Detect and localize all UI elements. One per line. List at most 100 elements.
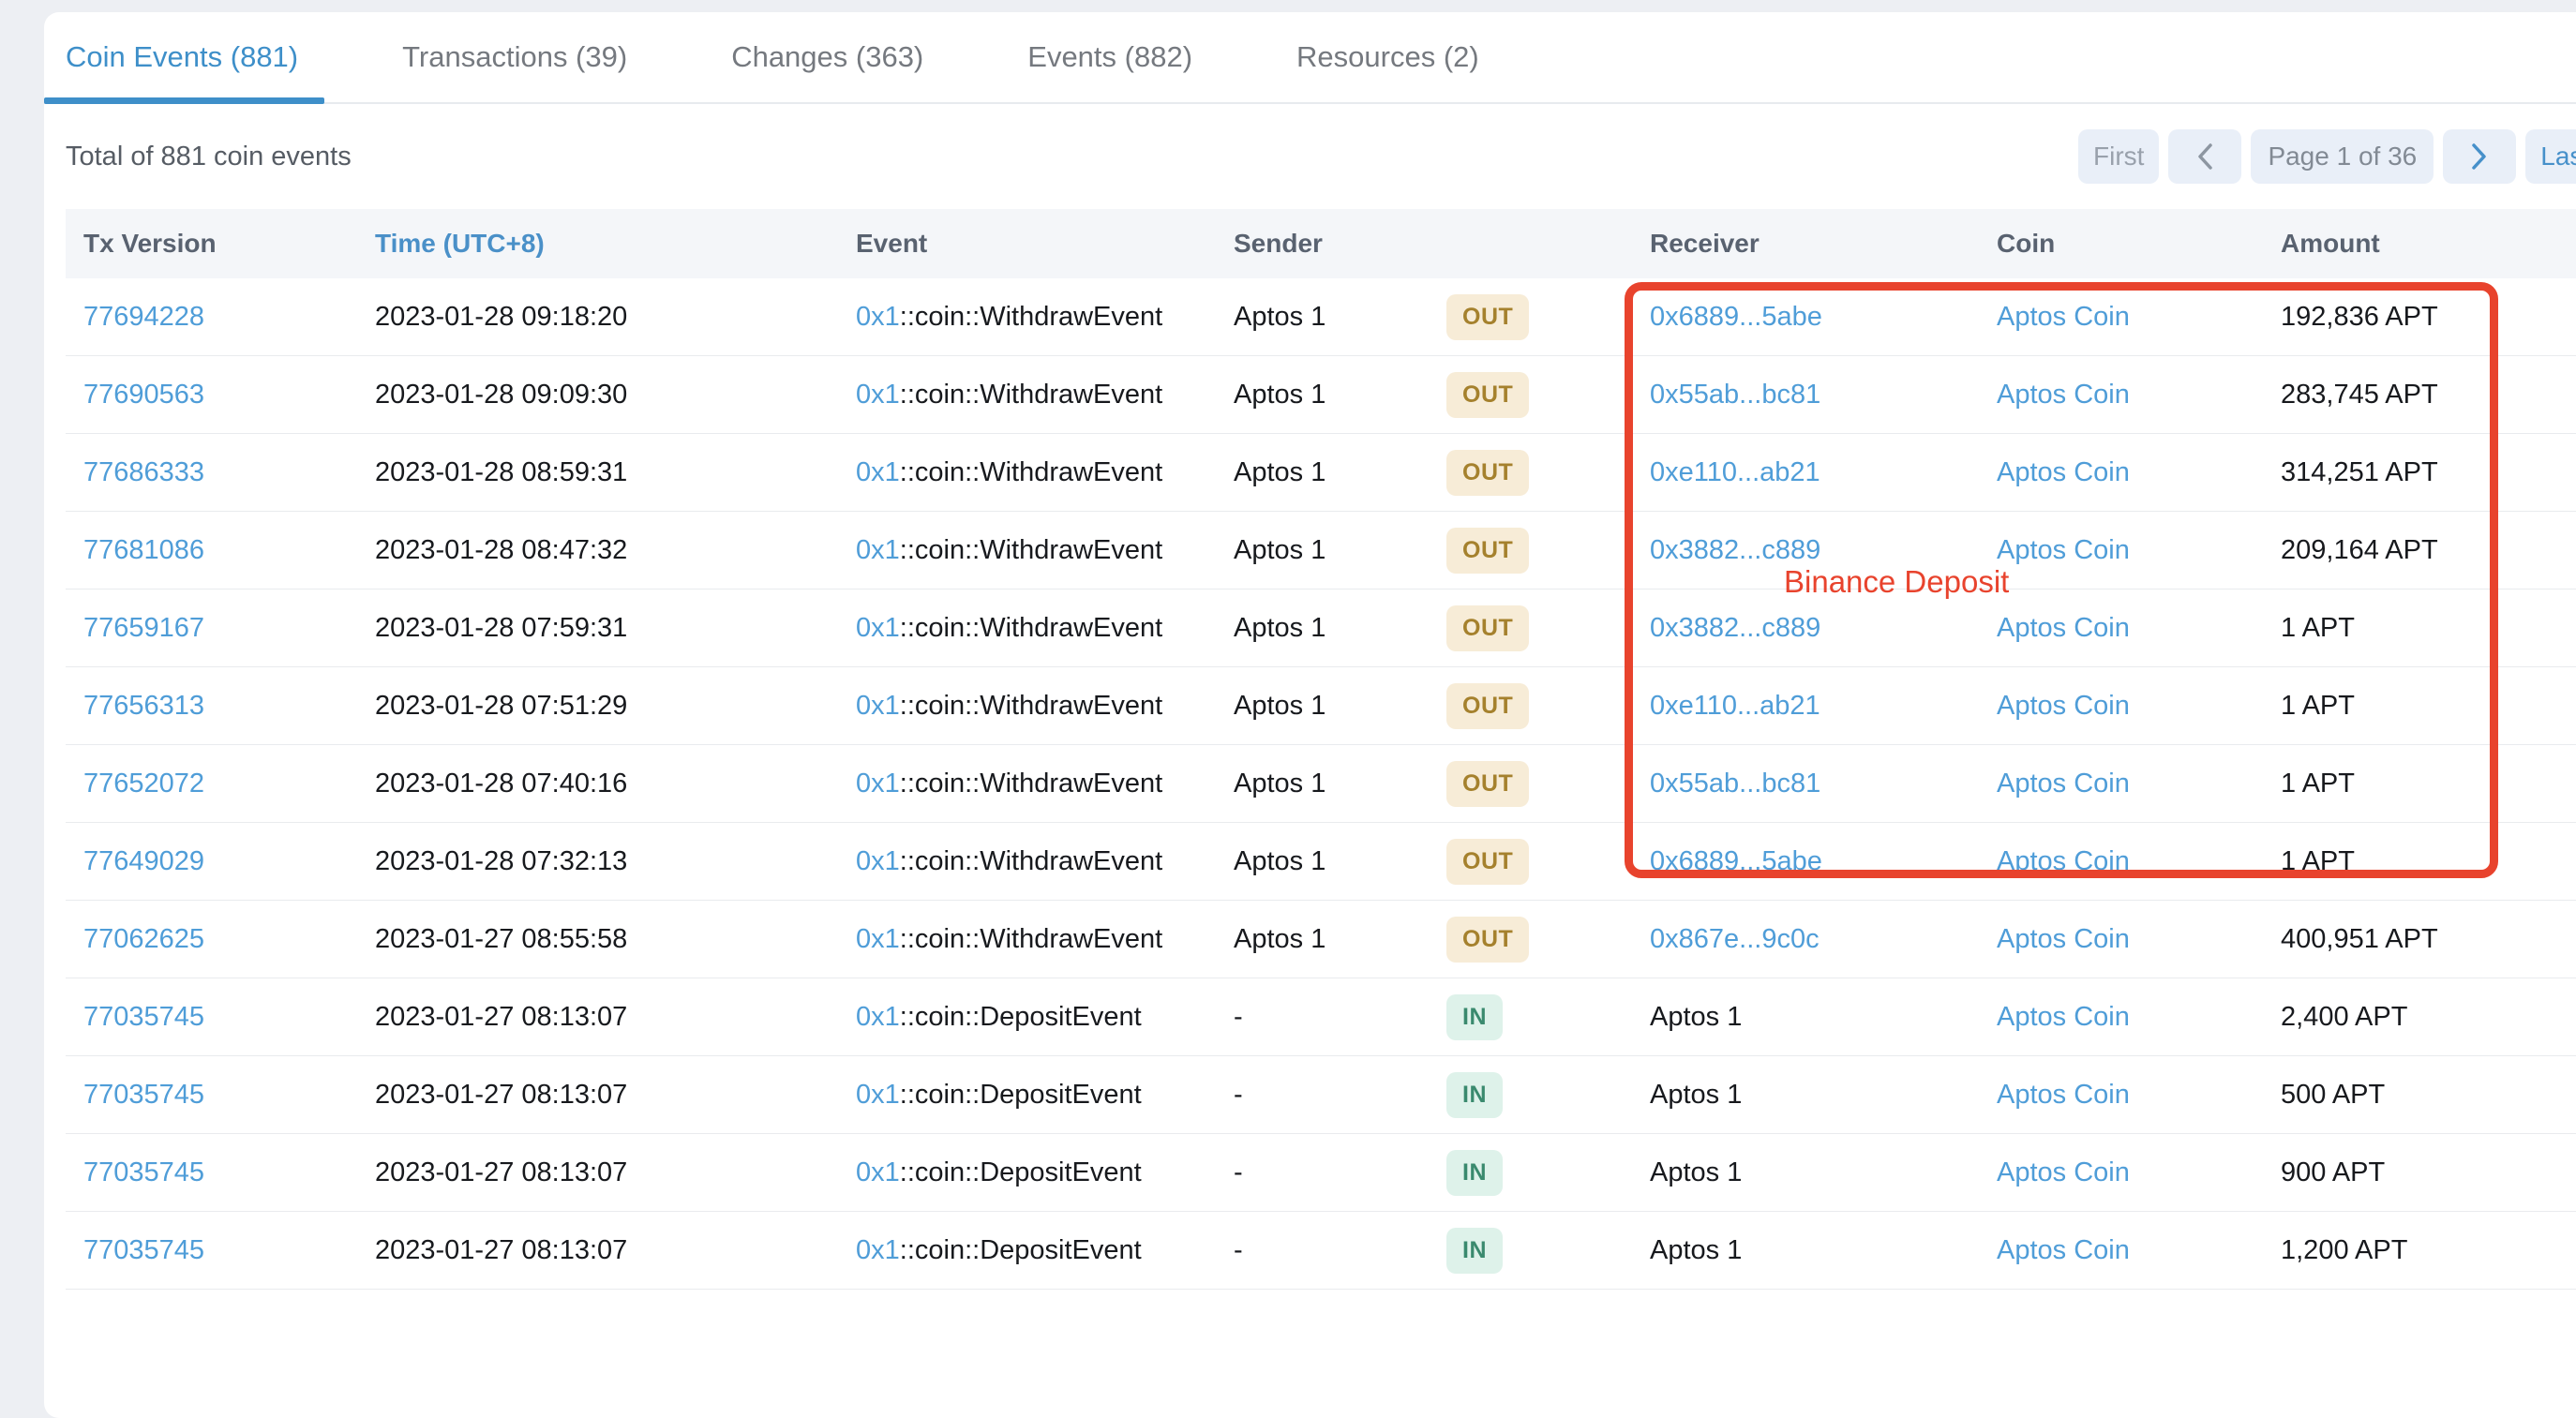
- receiver-link[interactable]: 0x6889...5abe: [1650, 302, 1822, 332]
- direction-badge: OUT: [1446, 839, 1529, 885]
- event-module-link[interactable]: 0x1: [856, 691, 900, 721]
- amount-cell: 1 APT: [2281, 846, 2576, 877]
- tx-version-link[interactable]: 77694228: [83, 302, 204, 332]
- coin-link[interactable]: Aptos Coin: [1997, 380, 2130, 410]
- event-module-link[interactable]: 0x1: [856, 769, 900, 799]
- table-row: 77062625 2023-01-27 08:55:58 0x1::coin::…: [66, 901, 2576, 978]
- event-cell: 0x1::coin::DepositEvent: [856, 1235, 1234, 1266]
- direction-badge: IN: [1446, 1228, 1503, 1274]
- event-module-link[interactable]: 0x1: [856, 924, 900, 954]
- sender-cell: -: [1234, 1235, 1446, 1266]
- summary-text: Total of 881 coin events: [66, 104, 352, 209]
- tx-version-link[interactable]: 77656313: [83, 691, 204, 721]
- direction-badge: IN: [1446, 1072, 1503, 1118]
- receiver-text: Aptos 1: [1650, 1157, 1742, 1187]
- direction-badge: OUT: [1446, 917, 1529, 963]
- table-row: 77035745 2023-01-27 08:13:07 0x1::coin::…: [66, 1134, 2576, 1212]
- event-module-link[interactable]: 0x1: [856, 380, 900, 410]
- tx-version-link[interactable]: 77035745: [83, 1157, 204, 1187]
- tx-version-link[interactable]: 77035745: [83, 1002, 204, 1032]
- column-header-time[interactable]: Time (UTC+8): [375, 229, 856, 259]
- event-name: ::coin::WithdrawEvent: [900, 846, 1162, 876]
- receiver-link[interactable]: 0x55ab...bc81: [1650, 769, 1820, 799]
- tx-version-link[interactable]: 77035745: [83, 1235, 204, 1265]
- coin-link[interactable]: Aptos Coin: [1997, 457, 2130, 487]
- next-page-button[interactable]: [2443, 129, 2516, 184]
- tx-version-link[interactable]: 77681086: [83, 535, 204, 565]
- event-cell: 0x1::coin::WithdrawEvent: [856, 691, 1234, 722]
- event-name: ::coin::WithdrawEvent: [900, 769, 1162, 799]
- direction-badge: OUT: [1446, 761, 1529, 807]
- sender-cell: Aptos 1: [1234, 380, 1446, 410]
- last-page-button[interactable]: Last: [2525, 129, 2576, 184]
- sender-cell: -: [1234, 1157, 1446, 1188]
- coin-link[interactable]: Aptos Coin: [1997, 1002, 2130, 1032]
- time-cell: 2023-01-27 08:55:58: [375, 924, 856, 955]
- time-cell: 2023-01-28 09:18:20: [375, 302, 856, 333]
- receiver-link[interactable]: 0x3882...c889: [1650, 535, 1820, 565]
- amount-cell: 1 APT: [2281, 769, 2576, 799]
- coin-link[interactable]: Aptos Coin: [1997, 1080, 2130, 1110]
- amount-cell: 192,836 APT: [2281, 302, 2576, 333]
- tx-version-link[interactable]: 77649029: [83, 846, 204, 876]
- coin-link[interactable]: Aptos Coin: [1997, 613, 2130, 643]
- tx-version-link[interactable]: 77690563: [83, 380, 204, 410]
- amount-cell: 400,951 APT: [2281, 924, 2576, 955]
- receiver-link[interactable]: 0x3882...c889: [1650, 613, 1820, 643]
- first-page-button[interactable]: First: [2078, 129, 2159, 184]
- tab-events-882[interactable]: Events (882): [1001, 12, 1219, 102]
- tx-version-link[interactable]: 77652072: [83, 769, 204, 799]
- coin-link[interactable]: Aptos Coin: [1997, 1235, 2130, 1265]
- table-body: 77694228 2023-01-28 09:18:20 0x1::coin::…: [66, 278, 2576, 1290]
- table-header: Tx Version Time (UTC+8) Event Sender Rec…: [66, 209, 2576, 278]
- event-cell: 0x1::coin::DepositEvent: [856, 1157, 1234, 1188]
- coin-link[interactable]: Aptos Coin: [1997, 1157, 2130, 1187]
- tab-bar: Coin Events (881) Transactions (39) Chan…: [44, 12, 2576, 104]
- receiver-link[interactable]: 0x55ab...bc81: [1650, 380, 1820, 410]
- receiver-text: Aptos 1: [1650, 1235, 1742, 1265]
- tab-label: Events (882): [1027, 40, 1192, 74]
- tab-resources-2[interactable]: Resources (2): [1270, 12, 1505, 102]
- tab-coin-events-881[interactable]: Coin Events (881): [44, 12, 324, 102]
- direction-badge: IN: [1446, 1150, 1503, 1196]
- event-module-link[interactable]: 0x1: [856, 535, 900, 565]
- tab-transactions-39[interactable]: Transactions (39): [376, 12, 653, 102]
- event-module-link[interactable]: 0x1: [856, 302, 900, 332]
- time-cell: 2023-01-28 07:32:13: [375, 846, 856, 877]
- tx-version-link[interactable]: 77659167: [83, 613, 204, 643]
- tx-version-link[interactable]: 77062625: [83, 924, 204, 954]
- sender-cell: Aptos 1: [1234, 924, 1446, 955]
- event-name: ::coin::WithdrawEvent: [900, 613, 1162, 643]
- event-module-link[interactable]: 0x1: [856, 457, 900, 487]
- direction-badge: OUT: [1446, 683, 1529, 729]
- receiver-link[interactable]: 0x867e...9c0c: [1650, 924, 1820, 954]
- receiver-link[interactable]: 0xe110...ab21: [1650, 457, 1820, 487]
- direction-badge: OUT: [1446, 528, 1529, 574]
- prev-page-button[interactable]: [2168, 129, 2241, 184]
- coin-link[interactable]: Aptos Coin: [1997, 769, 2130, 799]
- coin-link[interactable]: Aptos Coin: [1997, 691, 2130, 721]
- time-cell: 2023-01-27 08:13:07: [375, 1080, 856, 1111]
- event-module-link[interactable]: 0x1: [856, 613, 900, 643]
- tx-version-link[interactable]: 77035745: [83, 1080, 204, 1110]
- event-name: ::coin::DepositEvent: [900, 1235, 1142, 1265]
- event-module-link[interactable]: 0x1: [856, 1002, 900, 1032]
- tab-label: Changes (363): [731, 40, 923, 74]
- event-name: ::coin::DepositEvent: [900, 1080, 1142, 1110]
- amount-cell: 1 APT: [2281, 613, 2576, 644]
- tx-version-link[interactable]: 77686333: [83, 457, 204, 487]
- tab-changes-363[interactable]: Changes (363): [705, 12, 950, 102]
- coin-link[interactable]: Aptos Coin: [1997, 535, 2130, 565]
- coin-link[interactable]: Aptos Coin: [1997, 302, 2130, 332]
- sender-cell: -: [1234, 1002, 1446, 1033]
- event-module-link[interactable]: 0x1: [856, 1235, 900, 1265]
- coin-link[interactable]: Aptos Coin: [1997, 924, 2130, 954]
- amount-cell: 2,400 APT: [2281, 1002, 2576, 1033]
- event-module-link[interactable]: 0x1: [856, 846, 900, 876]
- receiver-link[interactable]: 0x6889...5abe: [1650, 846, 1822, 876]
- event-module-link[interactable]: 0x1: [856, 1157, 900, 1187]
- receiver-link[interactable]: 0xe110...ab21: [1650, 691, 1820, 721]
- coin-link[interactable]: Aptos Coin: [1997, 846, 2130, 876]
- event-cell: 0x1::coin::WithdrawEvent: [856, 380, 1234, 410]
- event-module-link[interactable]: 0x1: [856, 1080, 900, 1110]
